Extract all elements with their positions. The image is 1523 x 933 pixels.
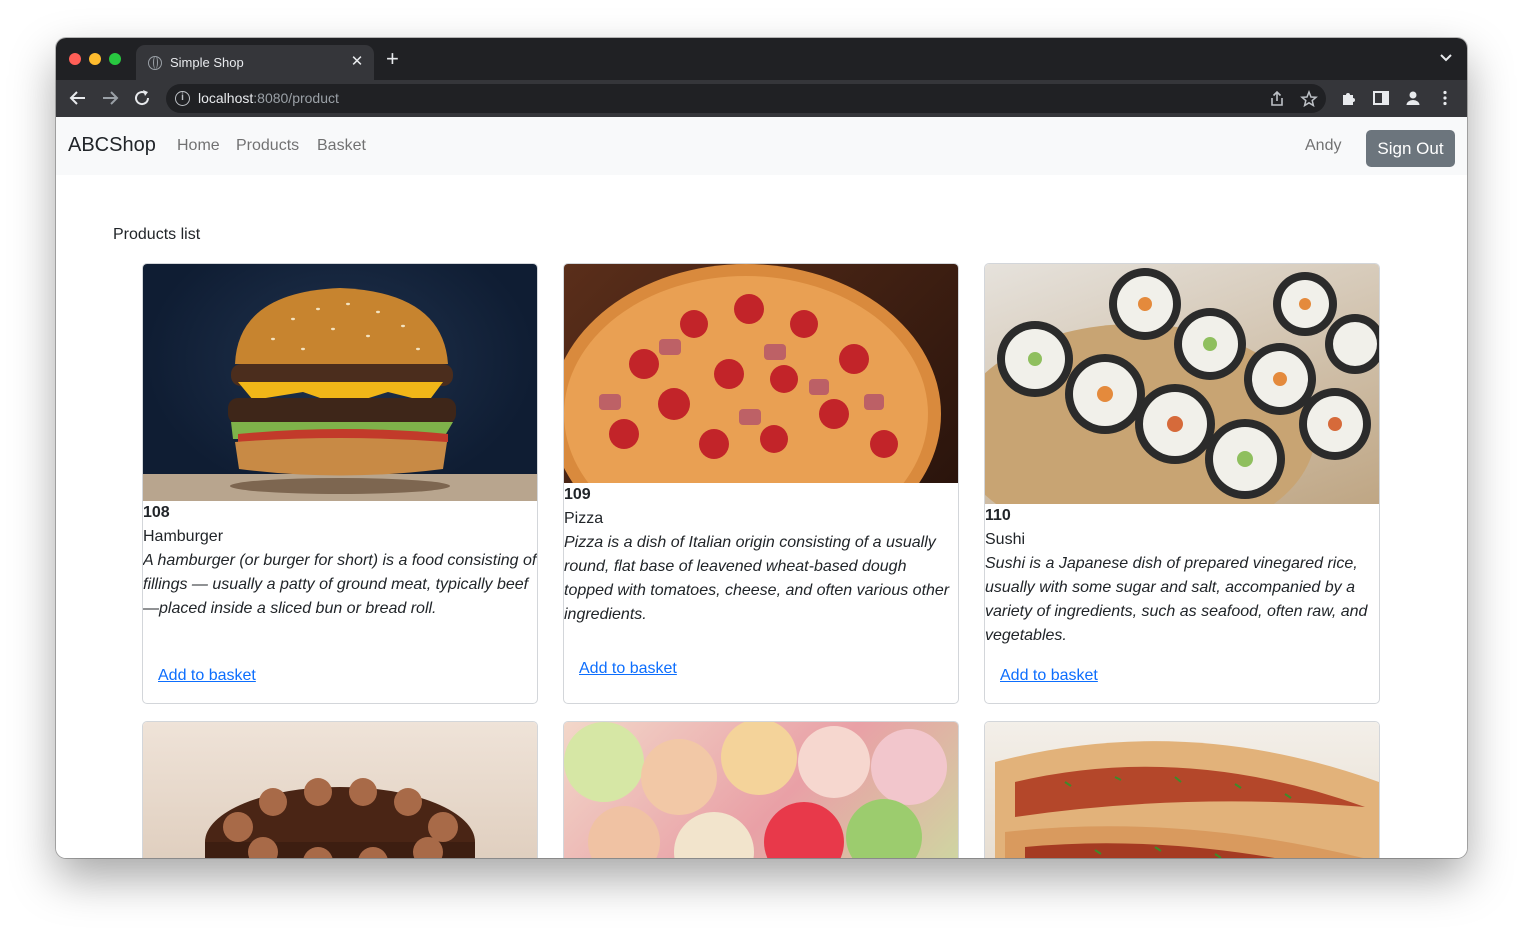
- forward-arrow-icon[interactable]: [98, 86, 122, 110]
- sushi-photo: [985, 264, 1379, 504]
- tab-title: Simple Shop: [170, 55, 244, 70]
- tab-search-chevron-icon[interactable]: [1439, 51, 1453, 65]
- product-description: Pizza is a dish of Italian origin consis…: [564, 534, 950, 623]
- extensions-puzzle-icon[interactable]: [1340, 89, 1358, 107]
- minimize-window-button[interactable]: [89, 53, 101, 65]
- new-tab-button[interactable]: +: [386, 48, 399, 70]
- bookmark-star-icon[interactable]: [1300, 90, 1318, 108]
- product-card: 108 Hamburger A hamburger (or burger for…: [142, 263, 538, 704]
- back-arrow-icon[interactable]: [66, 86, 90, 110]
- hotdog-photo: [985, 722, 1379, 858]
- product-card: 110 Sushi Sushi is a Japanese dish of pr…: [984, 263, 1380, 704]
- product-description: Sushi is a Japanese dish of prepared vin…: [985, 555, 1368, 644]
- profile-icon[interactable]: [1404, 89, 1422, 107]
- page-content: ABCShop Home Products Basket Andy Sign O…: [56, 117, 1467, 858]
- product-name: Pizza: [564, 510, 604, 527]
- add-to-basket-link[interactable]: Add to basket: [158, 667, 256, 685]
- close-tab-icon[interactable]: ✕: [348, 52, 366, 70]
- nav-link-products[interactable]: Products: [236, 137, 299, 155]
- add-to-basket-link[interactable]: Add to basket: [579, 660, 677, 678]
- nav-link-basket[interactable]: Basket: [317, 137, 366, 155]
- products-list-title: Products list: [113, 226, 201, 243]
- add-to-basket-link[interactable]: Add to basket: [1000, 667, 1098, 685]
- share-icon[interactable]: [1268, 90, 1286, 108]
- product-id: 108: [143, 504, 170, 521]
- reload-icon[interactable]: [130, 86, 154, 110]
- product-name: Sushi: [985, 531, 1026, 548]
- brand-link[interactable]: ABCShop: [68, 134, 156, 157]
- site-navbar: ABCShop Home Products Basket Andy Sign O…: [56, 117, 1467, 175]
- product-description: A hamburger (or burger for short) is a f…: [143, 552, 537, 617]
- side-panel-icon[interactable]: [1372, 89, 1390, 107]
- globe-icon: [148, 56, 162, 70]
- pizza-photo: [564, 264, 958, 483]
- more-menu-icon[interactable]: [1436, 89, 1454, 107]
- zoom-window-button[interactable]: [109, 53, 121, 65]
- sign-out-button[interactable]: Sign Out: [1366, 130, 1455, 167]
- candy-photo: [564, 722, 958, 858]
- browser-toolbar: i localhost:8080/product: [56, 80, 1467, 117]
- browser-window: Simple Shop ✕ + i localhost:8080/product: [56, 38, 1467, 858]
- user-name: Andy: [1305, 137, 1342, 154]
- product-card: 109 Pizza Pizza is a dish of Italian ori…: [563, 263, 959, 704]
- product-id: 110: [985, 507, 1011, 524]
- product-card: [563, 721, 959, 858]
- url-text: localhost:8080/product: [198, 90, 339, 106]
- browser-tab[interactable]: Simple Shop ✕: [136, 45, 374, 80]
- nav-link-home[interactable]: Home: [177, 137, 220, 155]
- product-card: [984, 721, 1380, 858]
- product-card: [142, 721, 538, 858]
- product-name: Hamburger: [143, 528, 224, 545]
- close-window-button[interactable]: [69, 53, 81, 65]
- tab-strip: Simple Shop ✕ +: [56, 38, 1467, 80]
- hamburger-photo: [143, 264, 537, 501]
- product-id: 109: [564, 486, 591, 503]
- cake-photo: [143, 722, 537, 858]
- address-bar[interactable]: i localhost:8080/product: [166, 84, 1326, 113]
- site-info-icon[interactable]: i: [175, 91, 190, 106]
